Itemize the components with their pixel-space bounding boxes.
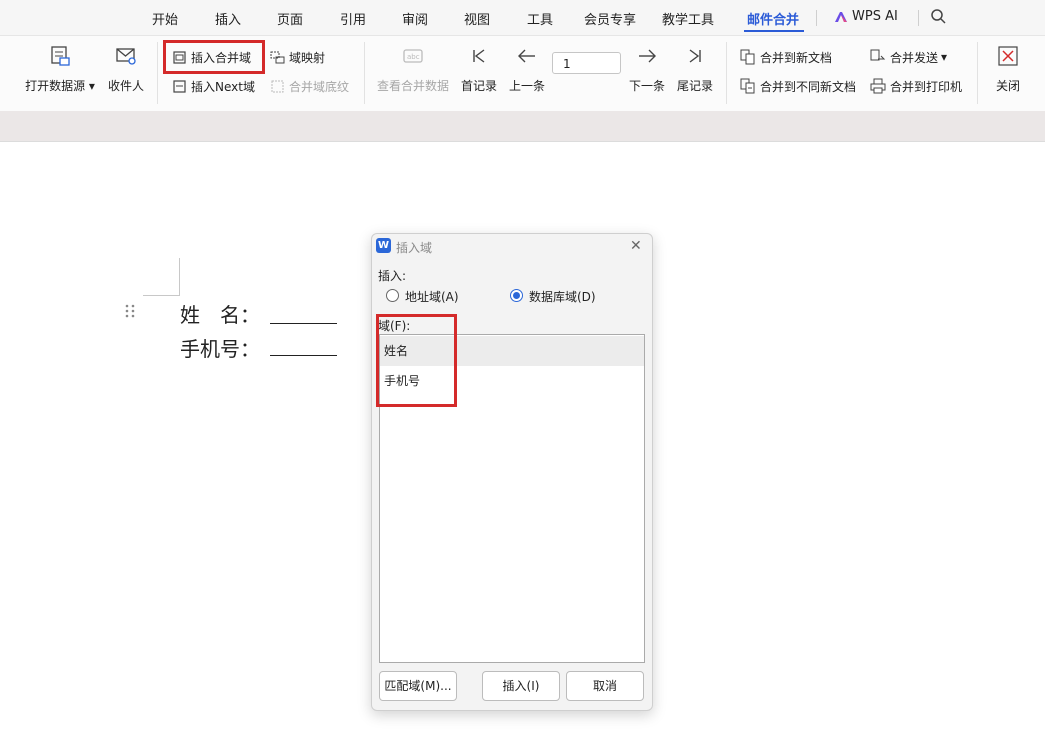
insert-next-field-label: 插入Next域 — [191, 79, 255, 94]
insert-button[interactable]: 插入(I) — [482, 671, 560, 701]
ruler-band — [0, 111, 1045, 142]
cancel-button[interactable]: 取消 — [566, 671, 644, 701]
address-field-label[interactable]: 地址域(A) — [405, 288, 459, 305]
first-record-label: 首记录 — [460, 79, 497, 93]
merge-send-icon — [870, 49, 886, 61]
prev-record-label: 上一条 — [508, 79, 545, 93]
tab-teaching-tools[interactable]: 教学工具 — [662, 9, 714, 28]
tab-separator — [816, 10, 817, 26]
tab-member[interactable]: 会员专享 — [584, 9, 636, 28]
svg-text:abc: abc — [407, 53, 420, 61]
shading-icon — [271, 80, 284, 92]
ribbon-separator — [157, 42, 158, 104]
ribbon-tab-bar: 开始 插入 页面 引用 审阅 视图 工具 会员专享 教学工具 邮件合并 WPS … — [0, 0, 1045, 36]
dialog-close-icon[interactable]: ✕ — [630, 238, 642, 254]
tab-view[interactable]: 视图 — [464, 9, 490, 28]
merge-to-new-doc-button[interactable]: 合并到新文档 — [740, 47, 832, 67]
view-merged-data-button[interactable]: abc 查看合并数据 — [376, 44, 450, 94]
field-mapping-button[interactable]: 域映射 — [270, 47, 325, 67]
arrow-left-icon — [515, 44, 539, 68]
last-record-label: 尾记录 — [676, 79, 713, 93]
close-icon — [996, 44, 1020, 68]
merge-to-printer-label: 合并到打印机 — [890, 79, 963, 94]
doc-line-name[interactable]: 姓 名： — [180, 299, 260, 328]
tab-review[interactable]: 审阅 — [402, 9, 428, 28]
margin-corner-horizontal — [143, 295, 180, 296]
first-record-button[interactable]: 首记录 — [460, 44, 498, 94]
recipients-icon — [114, 44, 138, 68]
database-field-radio[interactable] — [510, 289, 523, 302]
match-fields-button[interactable]: 匹配域(M)... — [379, 671, 457, 701]
insert-group-label: 插入: — [378, 269, 407, 283]
merge-field-shading-button[interactable]: 合并域底纹 — [270, 76, 349, 96]
margin-corner-vertical — [179, 258, 180, 295]
search-icon[interactable] — [930, 8, 947, 29]
insert-next-field-button[interactable]: 插入Next域 — [172, 76, 255, 96]
first-record-icon — [467, 44, 491, 68]
insert-field-dialog: W 插入域 ✕ 插入: 地址域(A) 数据库域(D) 域(F): 姓名 手机号 … — [371, 233, 653, 711]
next-field-icon — [173, 79, 186, 93]
merge-to-diff-docs-button[interactable]: 合并到不同新文档 — [740, 76, 856, 96]
tab-references[interactable]: 引用 — [340, 9, 366, 28]
tab-mail-merge[interactable]: 邮件合并 — [747, 9, 799, 28]
merge-to-new-doc-label: 合并到新文档 — [760, 50, 833, 65]
dialog-title: 插入域 — [396, 241, 433, 255]
merge-field-shading-label: 合并域底纹 — [289, 79, 350, 94]
open-datasource-label: 打开数据源 — [25, 79, 86, 93]
drag-handle-icon[interactable] — [124, 303, 136, 323]
recipients-label: 收件人 — [107, 79, 144, 93]
chevron-down-icon: ▾ — [941, 50, 948, 64]
wps-ai-icon — [833, 9, 849, 29]
next-record-label: 下一条 — [628, 79, 665, 93]
datasource-icon — [48, 44, 72, 68]
view-merged-data-label: 查看合并数据 — [376, 79, 449, 93]
last-record-button[interactable]: 尾记录 — [676, 44, 714, 94]
next-record-button[interactable]: 下一条 — [628, 44, 666, 94]
address-field-radio[interactable] — [386, 289, 399, 302]
view-data-icon: abc — [401, 44, 425, 68]
recipients-button[interactable]: 收件人 — [106, 44, 146, 94]
highlight-box-field-list — [376, 314, 457, 407]
tab-separator — [918, 10, 919, 26]
merge-send-label: 合并发送 — [890, 50, 939, 65]
doc-line-phone[interactable]: 手机号： — [180, 333, 260, 362]
record-number-input[interactable]: 1 — [552, 52, 621, 74]
merge-send-button[interactable]: 合并发送 ▾ — [870, 47, 947, 67]
tab-page[interactable]: 页面 — [277, 9, 303, 28]
tab-tools[interactable]: 工具 — [527, 9, 553, 28]
prev-record-button[interactable]: 上一条 — [508, 44, 546, 94]
open-datasource-button[interactable]: 打开数据源 ▾ — [24, 44, 96, 94]
merge-to-printer-button[interactable]: 合并到打印机 — [870, 76, 962, 96]
printer-icon — [870, 78, 886, 94]
merge-to-diff-docs-label: 合并到不同新文档 — [760, 79, 857, 94]
last-record-icon — [683, 44, 707, 68]
tab-home[interactable]: 开始 — [152, 9, 178, 28]
field-mapping-label: 域映射 — [289, 50, 326, 65]
arrow-right-icon — [635, 44, 659, 68]
field-mapping-icon — [270, 51, 285, 63]
active-tab-indicator — [744, 30, 804, 32]
highlight-box-insert-merge-field — [163, 40, 265, 74]
merge-new-doc-icon — [740, 49, 755, 65]
ribbon-separator — [977, 42, 978, 104]
database-field-label[interactable]: 数据库域(D) — [529, 288, 596, 305]
tab-insert[interactable]: 插入 — [215, 9, 241, 28]
ribbon-separator — [364, 42, 365, 104]
close-label: 关闭 — [995, 79, 1020, 93]
wps-writer-logo-icon: W — [376, 238, 391, 253]
name-blank-underline — [270, 323, 337, 324]
phone-blank-underline — [270, 355, 337, 356]
merge-diff-docs-icon — [740, 78, 755, 94]
close-merge-button[interactable]: 关闭 — [992, 44, 1024, 94]
tab-wps-ai[interactable]: WPS AI — [852, 9, 898, 24]
ribbon-separator — [726, 42, 727, 104]
